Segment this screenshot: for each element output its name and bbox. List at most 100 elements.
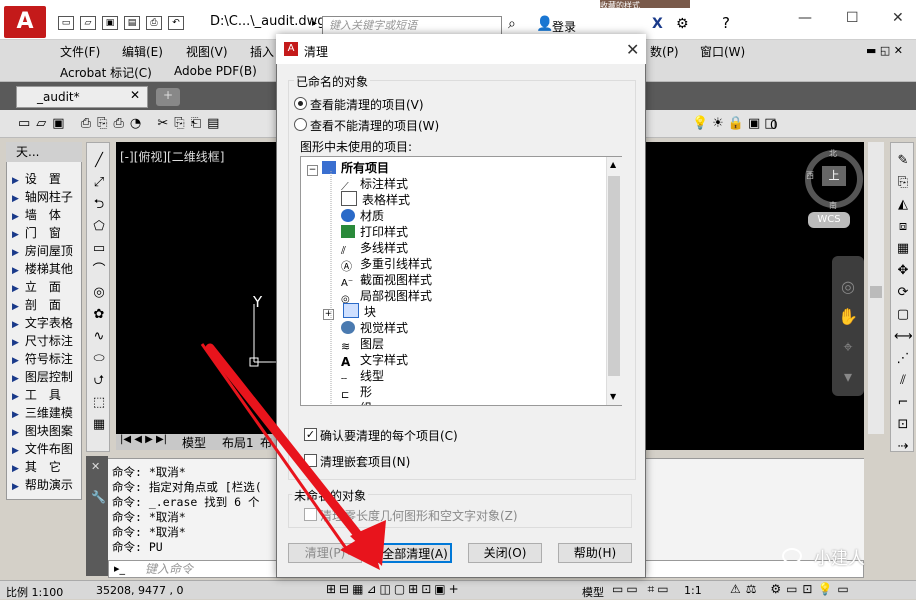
annotation-scale[interactable]: 1:1 (684, 584, 702, 597)
draw-tool-icons[interactable]: ╱ ⤢ ⮌ ⬠ ▭ ⌒ ◎ ✿ ∿ ⬭ ⮍ ⬚ ▦ (90, 150, 108, 436)
panel-item-layer-control[interactable]: ▶ 图层控制 (12, 368, 82, 386)
menu-file[interactable]: 文件(F) (60, 43, 100, 60)
search-input[interactable]: 键入关键字或短语 (322, 16, 502, 36)
scroll-down-icon[interactable]: ▼ (610, 392, 616, 401)
minimize-icon[interactable]: — (798, 10, 812, 26)
panel-item-help-demo[interactable]: ▶ 帮助演示 (12, 476, 82, 494)
expand-arrow-icon: ▶ (12, 446, 19, 456)
radio-purgeable-label[interactable]: 查看能清理的项目(V) (310, 96, 424, 113)
command-history-line: 命令: *取消* (112, 510, 186, 524)
menu-window[interactable]: 窗口(W) (700, 43, 745, 60)
radio-purgeable[interactable] (294, 97, 307, 110)
doc-window-controls[interactable]: ▬ ◱ ✕ (866, 44, 903, 57)
window-close-icon[interactable]: ✕ (892, 10, 904, 26)
modify-tool-icons[interactable]: ✎ ⎘ ◭ ⧈ ▦ ✥ ⟳ ▢ ⟷ ⋰ ⫽ ⌐ ⊡ ⇢ (894, 150, 913, 458)
menu-insert[interactable]: 插入 (250, 43, 274, 60)
panel-item-stairs[interactable]: ▶ 楼梯其他 (12, 260, 82, 278)
command-history-line: 命令: PU (112, 540, 163, 554)
standard-toolbar-icons[interactable]: ▭▱▣ ⎙⎘⎙◔ ✂⎘⎗▤ (18, 116, 225, 131)
user-icon[interactable]: 👤 (536, 16, 553, 32)
viewcube-north: 北 (829, 149, 837, 158)
command-history-line: 命令: *取消* (112, 525, 186, 539)
watermark-text: 小建人 (814, 549, 865, 569)
wcs-menu[interactable]: WCS (808, 212, 850, 228)
layer-state-icons[interactable]: 💡☀🔒▣□ (692, 116, 781, 131)
new-tab-icon[interactable]: + (156, 88, 180, 106)
radio-nonpurgeable[interactable] (294, 118, 307, 131)
undo-icon[interactable]: ↶ (168, 16, 184, 30)
viewcube-top-face[interactable]: 上 (822, 166, 846, 186)
menu-acrobat-markup[interactable]: Acrobat 标记(C) (60, 64, 152, 81)
command-close-icon[interactable]: ✕ (91, 460, 100, 473)
panel-item-file-layout[interactable]: ▶ 文件布图 (12, 440, 82, 458)
red-annotation-arrows (200, 343, 386, 570)
login-button[interactable]: 登录 (552, 18, 576, 35)
panel-item-axis-grid[interactable]: ▶ 轴网柱子 (12, 188, 82, 206)
expand-arrow-icon: ▶ (12, 392, 19, 402)
drawing-scale[interactable]: 比例 1:100 (6, 584, 63, 600)
radio-nonpurgeable-label[interactable]: 查看不能清理的项目(W) (310, 117, 440, 134)
save-as-icon[interactable]: ▤ (124, 16, 140, 30)
tree-scrollbar-thumb[interactable] (608, 176, 620, 376)
expand-arrow-icon: ▶ (12, 356, 19, 366)
viewport-controls[interactable]: [-][俯视][二维线框] (120, 148, 224, 165)
purge-dialog-titlebar[interactable] (276, 34, 646, 64)
exchange-icon[interactable]: X (652, 16, 663, 32)
search-expand-icon[interactable]: ▸ (312, 18, 317, 29)
layout-nav-arrows[interactable]: |◀ ◀ ▶ ▶| (120, 434, 167, 445)
model-space-toggle[interactable]: 模型 (582, 584, 604, 600)
tab-close-icon[interactable]: ✕ (130, 88, 140, 102)
connect-icon[interactable]: ⚙ (676, 16, 689, 32)
vertical-scrollbar-thumb[interactable] (870, 286, 882, 298)
application-menu-button[interactable]: A (4, 6, 46, 38)
layout-quickview-icons[interactable]: ▭▭ ⌗▭ (612, 582, 672, 597)
expand-arrow-icon: ▶ (12, 428, 19, 438)
expand-arrow-icon: ▶ (12, 482, 19, 492)
drafting-toggle-icons[interactable]: ⊞⊟▦⊿◫▢⊞⊡▣+ (326, 582, 462, 596)
panel-item-other[interactable]: ▶ 其 它 (12, 458, 82, 476)
close-button[interactable]: 关闭(O) (468, 543, 542, 563)
binoculars-icon[interactable]: ⌕ (508, 16, 516, 32)
panel-item-3d-model[interactable]: ▶ 三维建模 (12, 404, 82, 422)
print-icon[interactable]: ⎙ (146, 16, 162, 30)
save-icon[interactable]: ▣ (102, 16, 118, 30)
expand-arrow-icon: ▶ (12, 230, 19, 240)
expand-arrow-icon: ▶ (12, 194, 19, 204)
command-prompt-icon[interactable]: ▸_ (114, 562, 125, 575)
background-window-strip: 收藏的样式 (600, 0, 690, 8)
menu-view[interactable]: 视图(V) (186, 43, 228, 60)
document-tab-label: _audit* (37, 90, 80, 104)
workspace-icons[interactable]: ⚠⚖ ⚙▭⊡💡▭ (730, 582, 854, 596)
panel-item-block-hatch[interactable]: ▶ 图块图案 (12, 422, 82, 440)
panel-item-text-table[interactable]: ▶ 文字表格 (12, 314, 82, 332)
panel-item-door-window[interactable]: ▶ 门 窗 (12, 224, 82, 242)
menu-edit[interactable]: 编辑(E) (122, 43, 163, 60)
maximize-icon[interactable]: ☐ (846, 10, 859, 26)
panel-item-dimension[interactable]: ▶ 尺寸标注 (12, 332, 82, 350)
document-tab[interactable]: _audit* (16, 86, 148, 108)
panel-item-settings[interactable]: ▶ 设 置 (12, 170, 82, 188)
scroll-up-icon[interactable]: ▲ (610, 160, 616, 169)
panel-item-section[interactable]: ▶ 剖 面 (12, 296, 82, 314)
tool-panel-title: 天... (6, 142, 82, 162)
panel-item-wall[interactable]: ▶ 墙 体 (12, 206, 82, 224)
expand-arrow-icon: ▶ (12, 338, 19, 348)
panel-item-elevation[interactable]: ▶ 立 面 (12, 278, 82, 296)
open-file-icon[interactable]: ▱ (80, 16, 96, 30)
help-icon[interactable]: ? (722, 14, 730, 32)
document-title: D:\C...\_audit.dwg (210, 14, 326, 29)
wechat-icon (782, 548, 802, 564)
expand-arrow-icon: ▶ (12, 284, 19, 294)
menu-parametric[interactable]: 数(P) (650, 43, 679, 60)
dialog-close-icon[interactable]: ✕ (626, 40, 639, 59)
nav-bar-icons[interactable]: ◎ ✋ ⌖ ▾ (838, 272, 858, 392)
current-layer-value[interactable]: 0 (770, 118, 778, 132)
menu-adobe-pdf[interactable]: Adobe PDF(B) (174, 64, 257, 78)
command-line-handle[interactable] (86, 456, 108, 576)
new-file-icon[interactable]: ▭ (58, 16, 74, 30)
panel-item-room-roof[interactable]: ▶ 房间屋顶 (12, 242, 82, 260)
help-button[interactable]: 帮助(H) (558, 543, 632, 563)
wrench-icon[interactable]: 🔧 (91, 490, 106, 504)
panel-item-tools[interactable]: ▶ 工 具 (12, 386, 82, 404)
panel-item-symbol[interactable]: ▶ 符号标注 (12, 350, 82, 368)
